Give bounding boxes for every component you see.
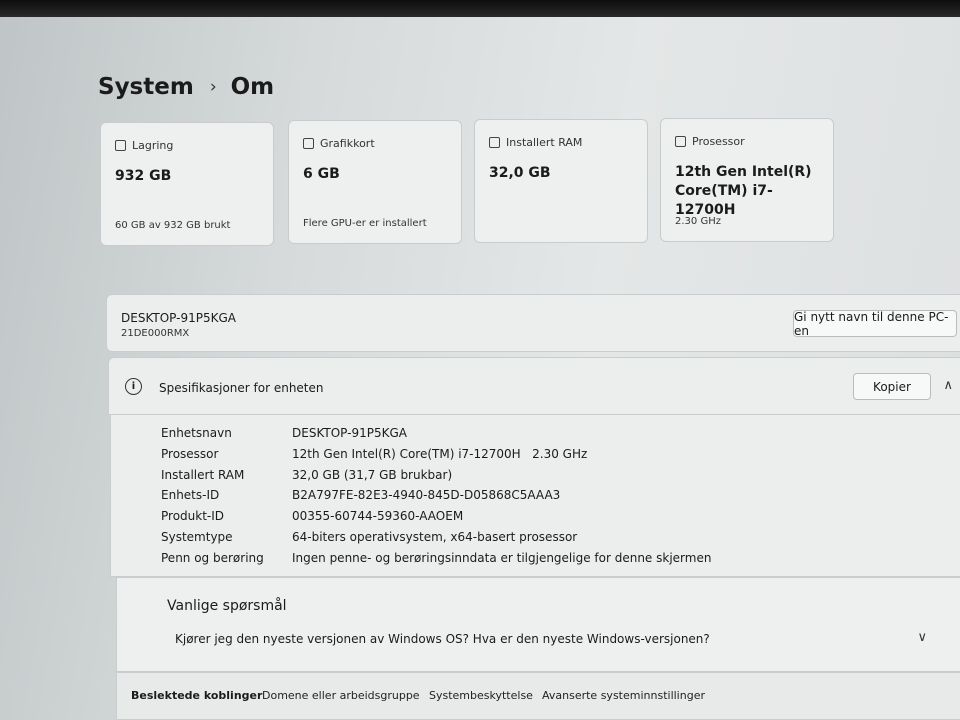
spec-key: Enhets-ID [161, 488, 220, 502]
card-storage-footer: 60 GB av 932 GB brukt [115, 220, 231, 231]
link-system-protection[interactable]: Systembeskyttelse [429, 689, 533, 702]
storage-icon [115, 140, 126, 151]
cpu-icon [675, 136, 686, 147]
spec-key: Prosessor [161, 447, 219, 461]
link-advanced-settings[interactable]: Avanserte systeminnstillinger [542, 689, 705, 702]
faq-panel: Vanlige spørsmål Kjører jeg den nyeste v… [116, 577, 960, 672]
breadcrumb: System › Om [98, 74, 274, 100]
chevron-right-icon: › [209, 77, 217, 97]
related-links-label: Beslektede koblinger [131, 689, 263, 702]
spec-value: DESKTOP-91P5KGA [292, 426, 407, 440]
card-cpu-footer: 2.30 GHz [675, 216, 721, 227]
chevron-up-icon[interactable]: ∧ [943, 378, 953, 393]
breadcrumb-parent[interactable]: System [98, 74, 194, 100]
card-ram-value: 32,0 GB [489, 165, 551, 181]
card-cpu-title: Prosessor [692, 135, 745, 148]
card-ram-title: Installert RAM [506, 136, 583, 149]
spec-value: 00355-60744-59360-AAOEM [292, 509, 464, 523]
gpu-icon [303, 138, 314, 149]
spec-row: Enhetsnavn DESKTOP-91P5KGA [161, 426, 407, 440]
card-storage[interactable]: Lagring 932 GB 60 GB av 932 GB brukt [100, 122, 274, 246]
card-gpu[interactable]: Grafikkort 6 GB Flere GPU-er er installe… [288, 120, 462, 244]
card-storage-title: Lagring [132, 139, 174, 152]
specs-title: Spesifikasjoner for enheten [159, 381, 324, 395]
screen-bezel [0, 0, 960, 17]
spec-key: Enhetsnavn [161, 426, 232, 440]
spec-key: Produkt-ID [161, 509, 225, 523]
specs-header[interactable]: i Spesifikasjoner for enheten Kopier ∧ [108, 357, 960, 415]
spec-row: Produkt-ID 00355-60744-59360-AAOEM [161, 509, 463, 523]
spec-key: Installert RAM [161, 468, 245, 482]
spec-row: Enhets-ID B2A797FE-82E3-4940-845D-D05868… [161, 488, 560, 502]
faq-question[interactable]: Kjører jeg den nyeste versjonen av Windo… [175, 632, 710, 646]
card-gpu-value: 6 GB [303, 166, 340, 182]
card-storage-value: 932 GB [115, 168, 172, 184]
spec-row: Penn og berøring Ingen penne- og berørin… [161, 551, 711, 565]
card-gpu-footer: Flere GPU-er er installert [303, 218, 427, 229]
link-domain-workgroup[interactable]: Domene eller arbeidsgruppe [262, 689, 420, 702]
device-name: DESKTOP-91P5KGA [121, 311, 236, 325]
faq-heading: Vanlige spørsmål [167, 598, 287, 614]
spec-key: Systemtype [161, 530, 233, 544]
device-name-panel: DESKTOP-91P5KGA 21DE000RMX Gi nytt navn … [106, 294, 960, 352]
card-cpu[interactable]: Prosessor 12th Gen Intel(R) Core(TM) i7-… [660, 118, 834, 242]
spec-value: 12th Gen Intel(R) Core(TM) i7-12700H 2.3… [292, 447, 588, 461]
chevron-down-icon[interactable]: ∨ [917, 630, 927, 645]
rename-pc-button[interactable]: Gi nytt navn til denne PC-en [793, 310, 957, 338]
ram-icon [489, 137, 500, 148]
card-cpu-value: 12th Gen Intel(R) Core(TM) i7-12700H [675, 164, 812, 218]
spec-row: Prosessor 12th Gen Intel(R) Core(TM) i7-… [161, 447, 587, 461]
spec-value: Ingen penne- og berøringsinndata er tilg… [292, 551, 712, 565]
card-gpu-title: Grafikkort [320, 137, 375, 150]
spec-row: Systemtype 64-biters operativsystem, x64… [161, 530, 577, 544]
page-title: Om [230, 74, 275, 100]
card-ram[interactable]: Installert RAM 32,0 GB [474, 119, 648, 243]
spec-key: Penn og berøring [161, 551, 264, 565]
device-model: 21DE000RMX [121, 328, 190, 339]
info-icon: i [125, 378, 142, 395]
spec-value: 32,0 GB (31,7 GB brukbar) [292, 468, 453, 482]
copy-button[interactable]: Kopier [853, 373, 931, 400]
spec-row: Installert RAM 32,0 GB (31,7 GB brukbar) [161, 468, 452, 482]
spec-value: 64-biters operativsystem, x64-basert pro… [292, 530, 578, 544]
related-links: Beslektede koblinger Domene eller arbeid… [116, 672, 960, 720]
specs-body: Enhetsnavn DESKTOP-91P5KGA Prosessor 12t… [110, 415, 960, 577]
spec-value: B2A797FE-82E3-4940-845D-D05868C5AAA3 [292, 488, 561, 502]
